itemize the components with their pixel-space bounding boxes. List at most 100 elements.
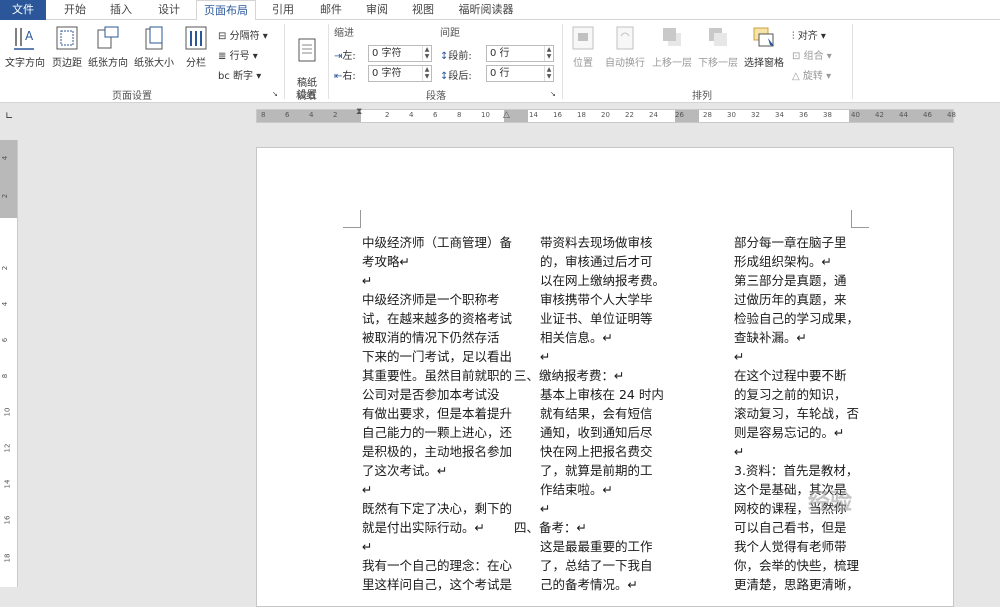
text-line: 是积极的，主动地报名参加	[362, 444, 513, 459]
ruler-tick-label: 2	[1, 265, 10, 271]
ruler-tick-label: 4	[1, 301, 10, 307]
text-line: 己的备考情况。↵	[540, 577, 638, 592]
tab-file[interactable]: 文件	[0, 0, 46, 20]
spacing-after-input[interactable]: 0 行 ▲ ▼	[486, 65, 554, 82]
spacing-before-label: ↕段前:	[440, 51, 472, 62]
page-setup-group-label: 页面设置	[112, 91, 152, 102]
text-line: 既然有下定了决心，剩下的	[362, 501, 513, 516]
text-line: 业证书、单位证明等	[540, 311, 653, 326]
align-button[interactable]: ⫶ 对齐 ▾	[792, 27, 826, 42]
ruler-tick-label: 36	[799, 111, 808, 119]
document-page[interactable]: 中级经济师（工商管理）备 考攻略↵ ↵ 中级经济师是一个职称考 试，在越来越多的资格考试…	[256, 147, 954, 607]
ruler-tick-label: 22	[625, 111, 634, 119]
indent-title: 缩进	[334, 28, 354, 39]
tab-page-layout[interactable]: 页面布局	[196, 0, 256, 21]
manuscript-group-label: 稿纸	[296, 91, 316, 102]
position-button[interactable]: 位置	[568, 24, 598, 69]
margins-button[interactable]: 页边距	[50, 24, 84, 69]
ruler-tick-label: 30	[727, 111, 736, 119]
column-3[interactable]: 部分每一章在脑子里 形成组织架构。↵ 第三部分是真题，通 过做历年的真题，来 检验自己的…	[734, 233, 859, 594]
group-separator	[328, 24, 329, 99]
spin-arrows-icon[interactable]: ▲ ▼	[544, 46, 553, 61]
paper-size-icon	[145, 26, 163, 50]
text-line: 了，总结了一下我自	[540, 558, 653, 573]
horizontal-ruler[interactable]: 8 6 4 2 2 4 6 8 10 14 16 18 20 22 24 26 28 30 32 34 36 38 40 42…	[256, 107, 956, 123]
ruler-tick-label: 40	[851, 111, 860, 119]
ruler-tick-label: 6	[1, 337, 10, 343]
text-line: 的，审核通过后才可	[540, 254, 653, 269]
manuscript-icon	[298, 38, 316, 62]
tab-view[interactable]: 视图	[400, 0, 446, 20]
ruler-tick-label: 20	[601, 111, 610, 119]
tab-mailings[interactable]: 邮件	[308, 0, 354, 20]
ruler-tick-label: 26	[675, 111, 684, 119]
spin-arrows-icon[interactable]: ▲ ▼	[422, 66, 431, 81]
text-line: 作结束啦。↵	[540, 482, 613, 497]
hyphenation-button[interactable]: bc 断字 ▾	[218, 67, 261, 82]
paragraph-group-label: 段落	[426, 91, 446, 102]
hyphenation-icon: bc	[218, 71, 230, 82]
indent-right-input[interactable]: 0 字符 ▲ ▼	[368, 65, 432, 82]
ruler-tick-label: 48	[947, 111, 956, 119]
spacing-before-input[interactable]: 0 行 ▲ ▼	[486, 45, 554, 62]
indent-left-input[interactable]: 0 字符 ▲ ▼	[368, 45, 432, 62]
text-line: ↵	[362, 273, 373, 288]
position-icon	[572, 26, 594, 50]
tab-insert[interactable]: 插入	[98, 0, 144, 20]
text-line: 其重要性。虽然目前就职的	[362, 368, 513, 383]
ribbon-tab-bar: 文件 开始 插入 设计 页面布局 引用 邮件 审阅 视图 福昕阅读器	[0, 0, 1000, 21]
paper-size-button[interactable]: 纸张大小	[132, 24, 176, 69]
group-button[interactable]: ⊡ 组合 ▾	[792, 47, 832, 62]
tab-home[interactable]: 开始	[52, 0, 98, 20]
ruler-tick-label: 4	[309, 111, 314, 119]
text-direction-button[interactable]: A 文字方向	[2, 24, 48, 69]
tab-references[interactable]: 引用	[258, 0, 308, 20]
dialog-launcher-icon[interactable]: ↘	[550, 90, 556, 98]
text-line: 被取消的情况下仍然存活	[362, 330, 500, 345]
indent-marker-icon[interactable]: △	[503, 110, 510, 120]
svg-text:A: A	[25, 29, 34, 43]
text-line: 查缺补漏。↵	[734, 330, 807, 345]
text-line: ↵	[540, 349, 551, 364]
columns-button[interactable]: 分栏	[182, 24, 210, 69]
ruler-tick-label: 6	[285, 111, 290, 119]
column-1[interactable]: 中级经济师（工商管理）备 考攻略↵ ↵ 中级经济师是一个职称考 试，在越来越多的资格考试…	[362, 233, 512, 594]
ruler-tick-label: 24	[649, 111, 658, 119]
wrap-text-icon	[616, 26, 634, 50]
text-line: 考攻略↵	[362, 254, 410, 269]
tab-review[interactable]: 审阅	[354, 0, 400, 20]
orientation-button[interactable]: 纸张方向	[86, 24, 130, 69]
column-2[interactable]: 带资料去现场做审核 的，审核通过后才可 以在网上缴纳报考费。 审核携带个人大学毕 业证书…	[514, 233, 665, 594]
bring-forward-button[interactable]: 上移一层	[650, 24, 694, 69]
text-line: ↵	[362, 539, 373, 554]
text-line: 下来的一门考试，足以看出	[362, 349, 513, 364]
tab-design[interactable]: 设计	[144, 0, 194, 20]
ruler-tick-label: 46	[923, 111, 932, 119]
spin-arrows-icon[interactable]: ▲ ▼	[422, 46, 431, 61]
ruler-tick-label: 2	[333, 111, 338, 119]
wrap-text-button[interactable]: 自动换行	[602, 24, 648, 69]
text-line: 审核携带个人大学毕	[540, 292, 653, 307]
text-line: 这是最最重要的工作	[540, 539, 653, 554]
send-backward-button[interactable]: 下移一层	[696, 24, 740, 69]
text-line: 过做历年的真题，来	[734, 292, 847, 307]
orientation-icon	[97, 26, 119, 49]
vertical-ruler[interactable]: 4 2 2 4 6 8 10 12 14 16 18	[0, 140, 18, 587]
crop-mark	[851, 210, 869, 228]
ruler-tick-label: 28	[703, 111, 712, 119]
tab-selector-icon[interactable]: ∟	[5, 111, 13, 122]
indent-marker-icon[interactable]: ⧗	[356, 107, 362, 117]
selection-pane-button[interactable]: 选择窗格	[742, 24, 786, 69]
ruler-tick-label: 10	[3, 407, 12, 417]
rotate-button[interactable]: △ 旋转 ▾	[792, 67, 831, 82]
ribbon: A 文字方向 页边距 纸张方向 纸张大小 分栏 ⊟ 分隔符 ▾ ≣ 行号 ▾ b…	[0, 20, 1000, 103]
text-line: 我个人觉得有老师带	[734, 539, 847, 554]
dialog-launcher-icon[interactable]: ↘	[272, 90, 278, 98]
breaks-button[interactable]: ⊟ 分隔符 ▾	[218, 27, 268, 42]
text-line: ↵	[734, 349, 745, 364]
text-line: 了这次考试。↵	[362, 463, 448, 478]
spin-arrows-icon[interactable]: ▲ ▼	[544, 66, 553, 81]
crop-mark	[343, 210, 361, 228]
tab-foxit-reader[interactable]: 福昕阅读器	[448, 0, 524, 20]
line-numbers-button[interactable]: ≣ 行号 ▾	[218, 47, 258, 62]
